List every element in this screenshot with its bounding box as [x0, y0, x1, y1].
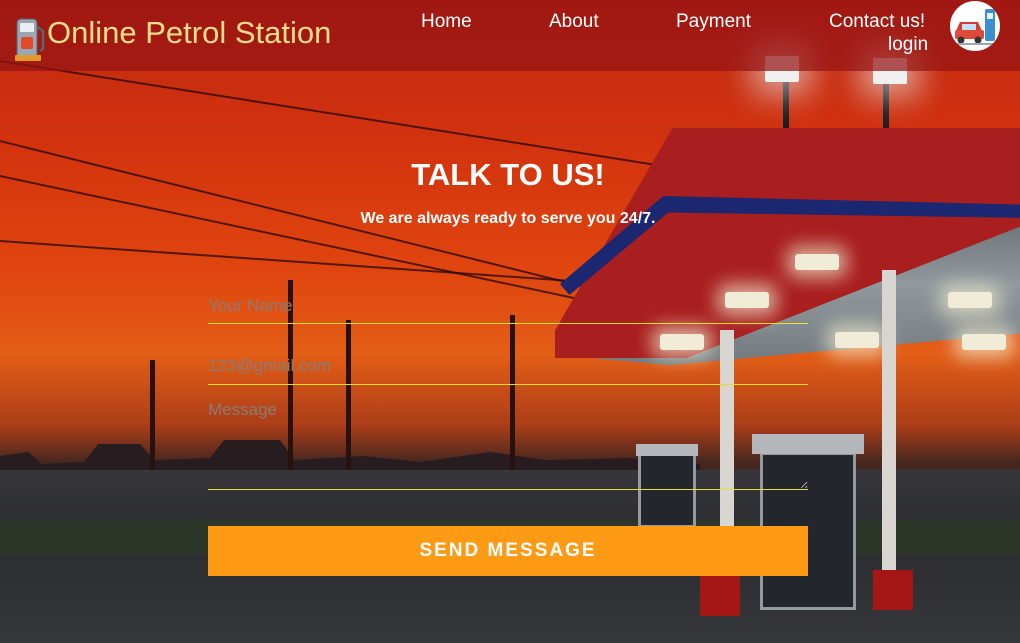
avatar[interactable] [950, 1, 1000, 51]
email-input[interactable] [208, 348, 808, 385]
nav-link-payment[interactable]: Payment [676, 11, 751, 33]
page-subtitle: We are always ready to serve you 24/7. [360, 210, 656, 227]
message-textarea[interactable] [208, 400, 808, 490]
page-title: TALK TO US! [411, 157, 605, 192]
top-navbar: Online Petrol Station Home About Payment… [0, 0, 1020, 71]
fuel-pump-icon [15, 18, 45, 61]
car-at-pump-icon [953, 9, 997, 45]
nav-link-contact[interactable]: Contact us! [829, 11, 925, 33]
nav-link-home[interactable]: Home [421, 11, 472, 33]
brand-title[interactable]: Online Petrol Station [47, 15, 331, 51]
name-input[interactable] [208, 288, 808, 324]
send-message-button[interactable]: SEND MESSAGE [208, 526, 808, 576]
nav-link-about[interactable]: About [549, 11, 599, 33]
nav-link-login[interactable]: login [888, 34, 928, 56]
